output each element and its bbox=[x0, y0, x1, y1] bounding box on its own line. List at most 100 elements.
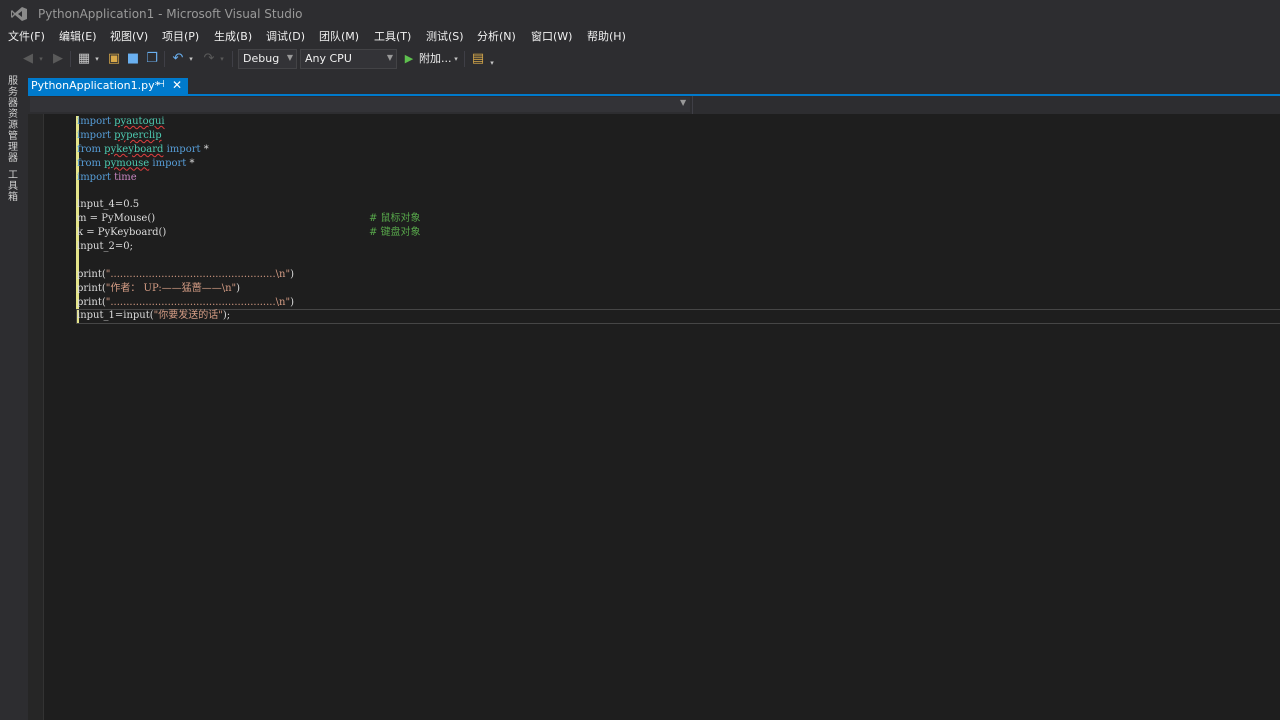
indicator-margin[interactable] bbox=[28, 114, 44, 720]
code-editor[interactable]: import pyautogui import pyperclip from p… bbox=[28, 114, 1280, 720]
identifier: * bbox=[189, 157, 195, 169]
menu-test[interactable]: 测试(S) bbox=[426, 28, 464, 46]
statement: lnput_2=0; bbox=[77, 241, 133, 253]
menu-window[interactable]: 窗口(W) bbox=[531, 28, 572, 46]
toolbox-tab[interactable]: 工具箱 bbox=[6, 170, 20, 203]
punctuation: ) bbox=[290, 296, 294, 308]
punctuation: ) bbox=[290, 268, 294, 280]
code-lines: import pyautogui import pyperclip from p… bbox=[77, 115, 421, 323]
toolbar-options-icon[interactable]: ▾ bbox=[487, 54, 497, 72]
menu-analyze[interactable]: 分析(N) bbox=[477, 28, 516, 46]
punctuation: ); bbox=[222, 310, 231, 322]
server-explorer-tab[interactable]: 服务器资源管理器 bbox=[6, 76, 20, 164]
chevron-down-icon[interactable]: ▼ bbox=[680, 98, 686, 107]
module-name: pykeyboard bbox=[104, 143, 164, 155]
module-name: pymouse bbox=[104, 157, 150, 169]
keyword: import bbox=[77, 129, 111, 141]
code-line: from pykeyboard import * bbox=[77, 143, 421, 157]
window-title: PythonApplication1 - Microsoft Visual St… bbox=[38, 7, 303, 21]
menu-file[interactable]: 文件(F) bbox=[8, 28, 45, 46]
new-project-icon[interactable]: ▦ bbox=[76, 50, 92, 68]
string-literal: "你要发送的话" bbox=[153, 310, 223, 322]
statement: k = PyKeyboard() bbox=[77, 227, 167, 239]
keyword: import bbox=[77, 171, 111, 183]
undo-icon[interactable]: ↶ bbox=[170, 50, 186, 68]
save-icon[interactable]: ■ bbox=[125, 50, 141, 68]
keyword: from bbox=[77, 143, 101, 155]
toolbar-separator bbox=[464, 51, 465, 67]
save-all-icon[interactable]: ❐ bbox=[144, 50, 160, 68]
navigate-back-icon[interactable]: ◀ bbox=[20, 50, 36, 68]
function-call: input_1=input( bbox=[77, 310, 154, 322]
code-line: print("作者： UP:——猛蔷——\n") bbox=[77, 282, 421, 296]
navigate-forward-icon[interactable]: ▶ bbox=[50, 50, 66, 68]
module-name: pyautogui bbox=[114, 116, 165, 127]
code-line: import pyautogui bbox=[77, 115, 421, 129]
find-in-files-icon[interactable]: ▤ bbox=[470, 50, 486, 68]
menu-debug[interactable]: 调试(D) bbox=[266, 28, 305, 46]
keyword: import bbox=[152, 157, 187, 169]
module-name: pyperclip bbox=[114, 129, 162, 141]
tab-label: PythonApplication1.py* bbox=[31, 79, 161, 92]
code-line: print(".................................… bbox=[77, 296, 421, 310]
chevron-down-icon: ▼ bbox=[286, 53, 293, 62]
nav-divider bbox=[692, 96, 693, 114]
statement: m = PyMouse() bbox=[77, 213, 156, 225]
document-tab-strip: PythonApplication1.py* ⊣ ✕ bbox=[28, 72, 1280, 95]
solution-platform-dropdown[interactable]: Any CPU ▼ bbox=[300, 49, 397, 69]
keyword: import bbox=[77, 116, 111, 127]
close-icon[interactable]: ✕ bbox=[172, 78, 182, 92]
statement: lnput_4=0.5 bbox=[77, 199, 140, 211]
open-file-icon[interactable]: ▣ bbox=[106, 50, 122, 68]
back-dropdown-icon[interactable]: ▾ bbox=[37, 50, 45, 68]
code-line: import pyperclip bbox=[77, 129, 421, 143]
comment: # 键盘对象 bbox=[369, 227, 421, 239]
code-line: m = PyMouse() # 鼠标对象 bbox=[77, 212, 421, 226]
string-literal: "作者： UP:——猛蔷——\n" bbox=[105, 282, 237, 294]
solution-configuration-dropdown[interactable]: Debug ▼ bbox=[238, 49, 297, 69]
menu-help[interactable]: 帮助(H) bbox=[587, 28, 626, 46]
function-call: print( bbox=[77, 296, 106, 308]
start-debug-icon[interactable]: ▶ bbox=[403, 50, 415, 68]
function-call: print( bbox=[77, 282, 106, 294]
navigation-bar: ▼ bbox=[28, 96, 1280, 115]
redo-dropdown-icon[interactable]: ▾ bbox=[218, 50, 226, 68]
attach-dropdown-icon[interactable]: ▾ bbox=[452, 50, 460, 68]
toolbar-separator bbox=[232, 51, 233, 67]
tab-pythonapplication1[interactable]: PythonApplication1.py* ⊣ ✕ bbox=[28, 78, 188, 95]
function-call: print( bbox=[77, 268, 106, 280]
menu-project[interactable]: 项目(P) bbox=[162, 28, 199, 46]
menu-build[interactable]: 生成(B) bbox=[214, 28, 252, 46]
standard-toolbar: ◀ ▾ ▶ ▦ ▾ ▣ ■ ❐ ↶ ▾ ↷ ▾ Debug ▼ Any CPU … bbox=[0, 46, 1280, 72]
toolbar-separator bbox=[164, 51, 165, 67]
pin-icon[interactable]: ⊣ bbox=[156, 79, 165, 90]
menu-tools[interactable]: 工具(T) bbox=[374, 28, 411, 46]
chevron-down-icon: ▼ bbox=[386, 53, 393, 62]
title-bar: PythonApplication1 - Microsoft Visual St… bbox=[0, 0, 1280, 28]
module-name: time bbox=[114, 171, 137, 183]
string-literal: ".......................................… bbox=[105, 268, 291, 280]
types-dropdown[interactable] bbox=[30, 97, 690, 112]
code-line: input_1=input("你要发送的话"); bbox=[77, 309, 421, 323]
visual-studio-logo-icon bbox=[10, 6, 28, 22]
keyword: from bbox=[77, 157, 101, 169]
keyword: import bbox=[166, 143, 201, 155]
attach-button-label[interactable]: 附加... bbox=[419, 50, 452, 66]
new-project-dropdown-icon[interactable]: ▾ bbox=[93, 50, 101, 68]
menu-bar: 文件(F) 编辑(E) 视图(V) 项目(P) 生成(B) 调试(D) 团队(M… bbox=[0, 28, 1280, 46]
comment: # 鼠标对象 bbox=[369, 213, 421, 225]
identifier: * bbox=[203, 143, 209, 155]
code-line: lnput_4=0.5 bbox=[77, 198, 421, 212]
menu-team[interactable]: 团队(M) bbox=[319, 28, 359, 46]
code-line: lnput_2=0; bbox=[77, 240, 421, 254]
undo-dropdown-icon[interactable]: ▾ bbox=[187, 50, 195, 68]
menu-edit[interactable]: 编辑(E) bbox=[59, 28, 97, 46]
solution-platform-value: Any CPU bbox=[305, 52, 352, 65]
menu-view[interactable]: 视图(V) bbox=[110, 28, 148, 46]
redo-icon[interactable]: ↷ bbox=[201, 50, 217, 68]
punctuation: ) bbox=[236, 282, 241, 294]
code-line: k = PyKeyboard() # 键盘对象 bbox=[77, 226, 421, 240]
code-line: import time bbox=[77, 171, 421, 185]
